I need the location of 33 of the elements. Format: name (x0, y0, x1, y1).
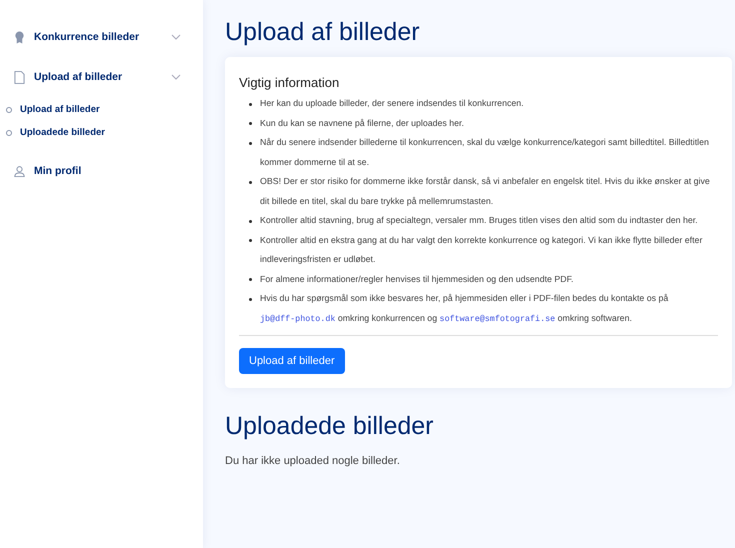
chevron-icon (171, 74, 181, 80)
upload-button[interactable]: Upload af billeder (239, 348, 345, 374)
sidebar-item[interactable]: Konkurrence billeder (0, 20, 203, 54)
bullet-icon (249, 102, 252, 106)
card-title: Vigtig information (239, 75, 340, 90)
chevron-icon (171, 34, 181, 40)
info-text: Kun du kan se navnene på filerne, der uploades her. (260, 116, 464, 130)
info-text: OBS! Der er stor risiko for dommerne ikke forstår dansk, så vi anbefaler en engelsk titel. Hvis du ikke ønsker at give dit billede en titel, skal du bare trykke på mellemrumstasten. (260, 175, 711, 208)
section-title: Uploadede billeder (225, 412, 434, 441)
info-text: Her kan du uploade billeder, der senere indsendes til konkurrencen. (260, 97, 524, 110)
empty-message: Du har ikke uploaded nogle billeder. (225, 455, 401, 467)
info-text: Kontroller altid stavning, brug af specialtegn, versaler mm. Bruges titlen vises den altid som du indtaster den her. (260, 214, 698, 227)
bullet-icon (249, 122, 252, 125)
info-text: Hvis du har spørgsmål som ikke besvares her, på hjemmesiden eller i PDF-filen bedes du kontakte os på jb@dff-photo.dk omkring konkurrencen og software@smfotografi.se omkring softwaren. (260, 292, 670, 326)
info-text: Kontroller altid en ekstra gang at du har valgt den korrekte konkurrence og kategori. Vi kan ikke flytte billeder efter indleveringsfristen er udløbet. (260, 234, 704, 266)
info-text: For almene informationer/regler henvises til hjemmesiden og den udsendte PDF. (260, 272, 574, 286)
bullet-icon (249, 142, 252, 144)
email-link[interactable]: jb@dff-photo.dk (260, 314, 336, 324)
submenu-item[interactable]: Upload af billeder (0, 98, 203, 121)
document-icon (14, 70, 25, 84)
bullet-icon (249, 180, 252, 184)
page-title: Upload af billeder (225, 18, 421, 47)
submenu-item[interactable]: Uploadede billeder (0, 121, 203, 144)
bullet-icon (249, 298, 252, 300)
award-icon (14, 30, 25, 44)
sidebar-item[interactable]: Min profil (0, 154, 203, 188)
email-link[interactable]: software@smfotografi.se (440, 314, 556, 324)
sidebar-item[interactable]: Upload af billeder (0, 60, 203, 94)
bullet-icon (249, 239, 252, 242)
info-text: Når du senere indsender billederne til konkurrencen, skal du vælge konkurrence/kategori samt billedtitel. Billedtitlen kommer dommerne til at se. (260, 136, 710, 168)
bullet-icon (249, 220, 252, 222)
person-icon (14, 166, 25, 176)
bullet-icon (249, 278, 252, 281)
